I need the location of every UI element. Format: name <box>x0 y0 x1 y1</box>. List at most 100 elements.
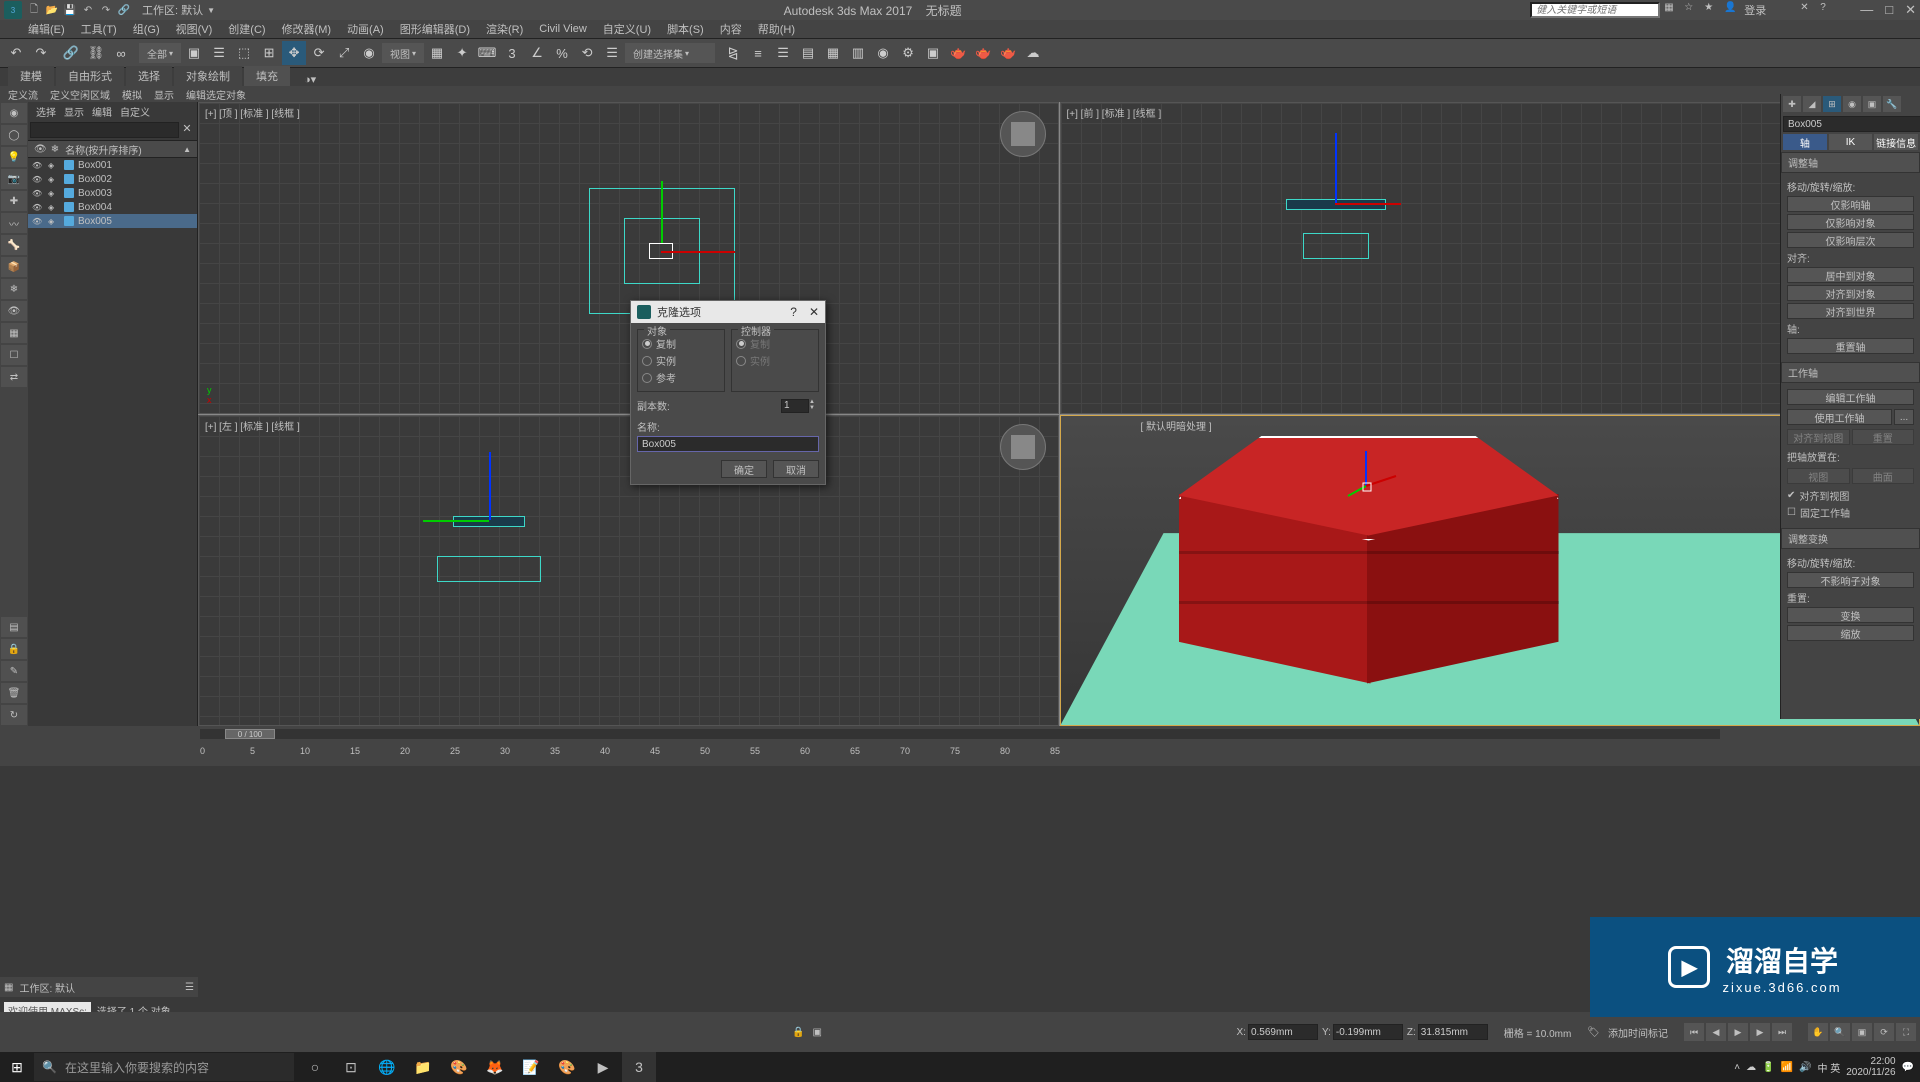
volume-icon[interactable]: 🔊 <box>1799 1062 1811 1073</box>
close-button[interactable]: ✕ <box>1905 2 1916 18</box>
motion-tab-icon[interactable]: ◉ <box>1843 96 1861 112</box>
center-to-object-button[interactable]: 居中到对象 <box>1787 267 1914 283</box>
ribbon-sub-flow[interactable]: 定义流 <box>8 87 38 102</box>
dialog-titlebar[interactable]: 克隆选项 ? ✕ <box>631 301 825 323</box>
viewport-label[interactable]: [ 默认明暗处理 ] <box>1141 418 1212 433</box>
se-remove-icon[interactable]: 🗑 <box>1 683 27 703</box>
y-axis-icon[interactable] <box>661 181 663 243</box>
material-editor-button[interactable]: ◉ <box>871 41 895 65</box>
select-object-button[interactable]: ▣ <box>182 41 206 65</box>
link-icon[interactable]: 🔗 <box>116 2 132 18</box>
reset-button[interactable]: 重置 <box>1852 429 1915 445</box>
bind-button[interactable]: ∞ <box>109 41 133 65</box>
se-filter-space-icon[interactable]: 〰 <box>1 213 27 233</box>
keyboard-shortcut-button[interactable]: ⌨ <box>475 41 499 65</box>
rect-select-button[interactable]: ⬚ <box>232 41 256 65</box>
taskbar-clock[interactable]: 22:00 2020/11/26 <box>1846 1056 1895 1078</box>
align-to-view-checkbox[interactable]: ✔对齐到视图 <box>1787 488 1914 503</box>
dialog-help-button[interactable]: ? <box>790 305 797 319</box>
viewport-layout-icon[interactable]: ▦ <box>4 982 13 993</box>
reference-radio[interactable]: 参考 <box>642 370 720 385</box>
menu-content[interactable]: 内容 <box>720 21 742 37</box>
list-item[interactable]: 👁◈Box001 <box>28 158 197 172</box>
se-filter-invert-icon[interactable]: ⇄ <box>1 367 27 387</box>
firefox-icon[interactable]: 🦊 <box>478 1052 512 1082</box>
percent-snap-button[interactable]: % <box>550 41 574 65</box>
copy-radio[interactable]: 复制 <box>642 336 720 351</box>
align-button[interactable]: ≡ <box>746 41 770 65</box>
reset-scale-button[interactable]: 缩放 <box>1787 625 1914 641</box>
se-lock-icon[interactable]: 🔒 <box>1 639 27 659</box>
copies-spinner[interactable] <box>781 399 809 413</box>
menu-render[interactable]: 渲染(R) <box>486 21 523 37</box>
se-tab-display[interactable]: 显示 <box>64 104 84 118</box>
manipulate-button[interactable]: ✦ <box>450 41 474 65</box>
use-working-pivot-button[interactable]: 使用工作轴 <box>1787 409 1892 425</box>
z-axis-icon[interactable] <box>1335 133 1337 205</box>
scene-explorer-header[interactable]: 👁 ❄ 名称(按升序排序) ▲ <box>28 140 197 158</box>
angle-snap-button[interactable]: ∠ <box>525 41 549 65</box>
isolate-icon[interactable]: ▣ <box>812 1027 821 1038</box>
schematic-button[interactable]: ▥ <box>846 41 870 65</box>
instance-radio[interactable]: 实例 <box>642 353 720 368</box>
layer-button[interactable]: ☰ <box>771 41 795 65</box>
select-name-button[interactable]: ☰ <box>207 41 231 65</box>
se-filter-none-icon[interactable]: ☐ <box>1 345 27 365</box>
working-pivot-more-button[interactable]: ... <box>1894 409 1914 425</box>
ribbon-tab-freeform[interactable]: 自由形式 <box>56 66 124 86</box>
eye-header-icon[interactable]: 👁 <box>34 144 47 155</box>
new-icon[interactable]: 🗋 <box>26 2 42 18</box>
viewport-top[interactable]: [+] [顶 ] [标准 ] [线框 ] yx <box>198 102 1059 414</box>
menu-help[interactable]: 帮助(H) <box>758 21 795 37</box>
freeze-header-icon[interactable]: ❄ <box>51 144 59 155</box>
maximize-button[interactable]: □ <box>1885 2 1893 18</box>
ribbon-sub-display[interactable]: 显示 <box>154 87 174 102</box>
ribbon-tab-selection[interactable]: 选择 <box>126 66 172 86</box>
menu-views[interactable]: 视图(V) <box>176 21 213 37</box>
wifi-icon[interactable]: 📶 <box>1781 1062 1793 1073</box>
modify-tab-icon[interactable]: ◢ <box>1803 96 1821 112</box>
clear-search-icon[interactable]: ✕ <box>179 122 195 138</box>
app-icon[interactable]: 📝 <box>514 1052 548 1082</box>
menu-customize[interactable]: 自定义(U) <box>603 21 651 37</box>
ribbon-sub-idle[interactable]: 定义空闲区域 <box>50 87 110 102</box>
spinner-down-icon[interactable]: ▼ <box>809 405 819 411</box>
orbit-button[interactable]: ⟳ <box>1874 1023 1894 1041</box>
help-icon[interactable]: ? <box>1820 2 1836 18</box>
minimize-button[interactable]: — <box>1860 2 1873 18</box>
select-scale-button[interactable]: ⤢ <box>332 41 356 65</box>
align-view-button[interactable]: 对齐到视图 <box>1787 429 1850 445</box>
rollout-adjust-transform[interactable]: 调整变换 <box>1781 528 1920 549</box>
app-icon[interactable]: ▶ <box>586 1052 620 1082</box>
user-icon[interactable]: 👤 <box>1724 2 1740 18</box>
open-icon[interactable]: 📂 <box>44 2 60 18</box>
render-setup-button[interactable]: ⚙ <box>896 41 920 65</box>
save-icon[interactable]: 💾 <box>62 2 78 18</box>
edge-icon[interactable]: 🌐 <box>370 1052 404 1082</box>
pan-button[interactable]: ✋ <box>1808 1023 1828 1041</box>
redo-icon[interactable]: ↷ <box>98 2 114 18</box>
layers-icon[interactable]: ☰ <box>185 982 194 993</box>
list-item[interactable]: 👁◈Box003 <box>28 186 197 200</box>
list-item[interactable]: 👁◈Box005 <box>28 214 197 228</box>
zoom-extents-button[interactable]: ▣ <box>1852 1023 1872 1041</box>
menu-graph[interactable]: 图形编辑器(D) <box>400 21 470 37</box>
render-frame-button[interactable]: ▣ <box>921 41 945 65</box>
unlink-button[interactable]: ⛓ <box>84 41 108 65</box>
se-sync-icon[interactable]: ↻ <box>1 705 27 725</box>
reset-pivot-button[interactable]: 重置轴 <box>1787 338 1914 354</box>
se-filter-shapes-icon[interactable]: ◯ <box>1 125 27 145</box>
se-add-icon[interactable]: ✎ <box>1 661 27 681</box>
object-name-input[interactable] <box>1783 116 1920 132</box>
viewcube[interactable] <box>1000 424 1046 470</box>
z-axis-icon[interactable] <box>489 452 491 520</box>
reset-transform-button[interactable]: 变换 <box>1787 607 1914 623</box>
use-center-button[interactable]: ▦ <box>425 41 449 65</box>
x-axis-icon[interactable] <box>661 251 735 253</box>
cortana-icon[interactable]: ○ <box>298 1052 332 1082</box>
ribbon-tab-objectpaint[interactable]: 对象绘制 <box>174 66 242 86</box>
autokey-label[interactable]: 添加时间标记 <box>1608 1025 1668 1040</box>
tray-chevron-icon[interactable]: ˄ <box>1734 1062 1740 1073</box>
ribbon-sub-sim[interactable]: 模拟 <box>122 87 142 102</box>
prev-frame-button[interactable]: ◀ <box>1706 1023 1726 1041</box>
